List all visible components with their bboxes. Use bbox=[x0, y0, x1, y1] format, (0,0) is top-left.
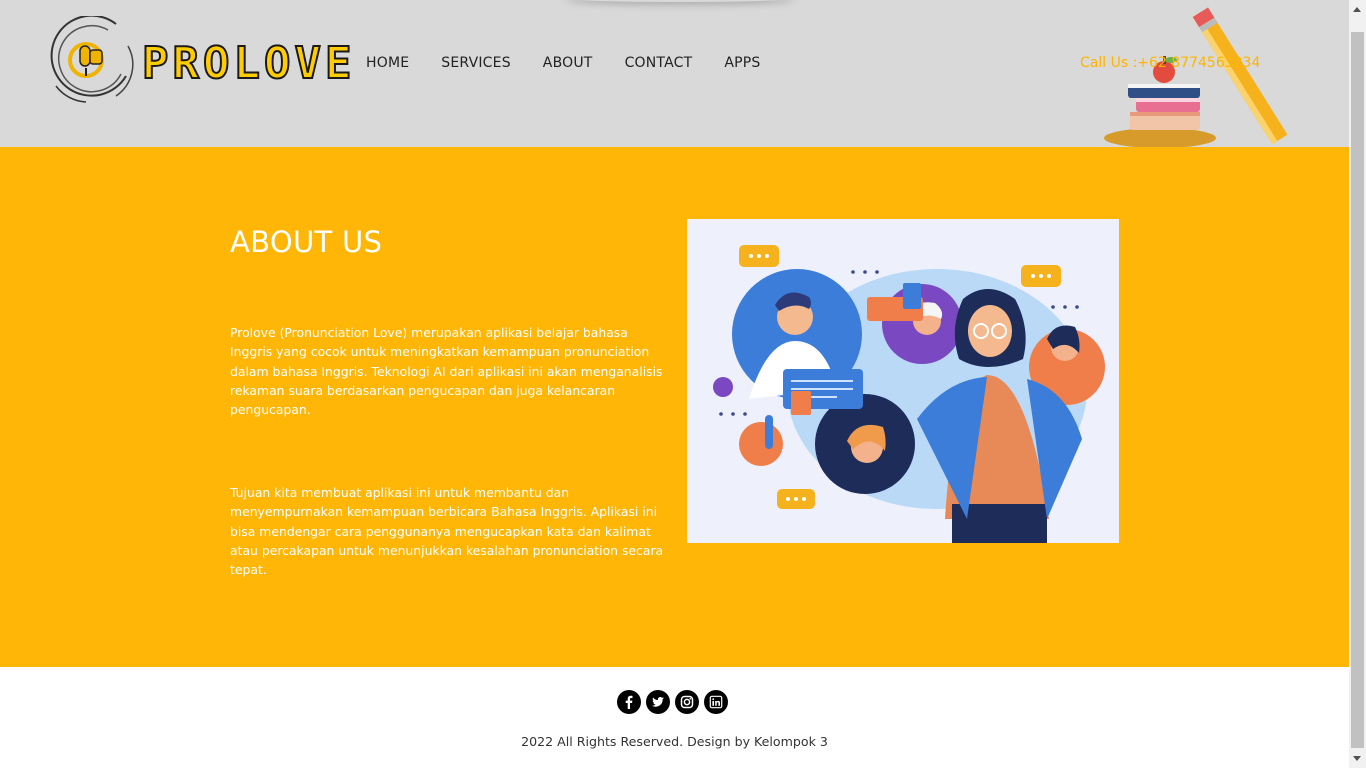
instagram-icon[interactable] bbox=[675, 690, 699, 714]
copyright-text: 2022 All Rights Reserved. Design by Kelo… bbox=[521, 734, 828, 749]
nav-home[interactable]: HOME bbox=[366, 55, 409, 71]
social-links bbox=[617, 690, 728, 714]
site-footer: 2022 All Rights Reserved. Design by Kelo… bbox=[0, 667, 1349, 768]
brand-name[interactable]: PROLOVE bbox=[141, 37, 355, 90]
nav-about[interactable]: ABOUT bbox=[543, 55, 593, 71]
header-decoration bbox=[565, 0, 795, 2]
about-paragraph-1: Prolove (Pronunciation Love) merupakan a… bbox=[230, 325, 663, 418]
scroll-down-arrow-icon[interactable] bbox=[1353, 756, 1361, 761]
site-header: PROLOVE HOME SERVICES ABOUT CONTACT APPS bbox=[0, 0, 1349, 148]
page-title: ABOUT US bbox=[230, 225, 383, 259]
about-section: ABOUT US Prolove (Pronunciation Love) me… bbox=[0, 147, 1349, 667]
about-illustration bbox=[687, 219, 1119, 544]
logo-icon[interactable] bbox=[46, 14, 136, 106]
facebook-icon[interactable] bbox=[617, 690, 641, 714]
books-pencil-illustration bbox=[1100, 0, 1300, 148]
linkedin-icon[interactable] bbox=[704, 690, 728, 714]
scroll-up-arrow-icon[interactable] bbox=[1353, 7, 1361, 12]
about-paragraph-2: Tujuan kita membuat aplikasi ini untuk m… bbox=[230, 485, 664, 578]
main-nav: HOME SERVICES ABOUT CONTACT APPS bbox=[366, 55, 793, 71]
twitter-icon[interactable] bbox=[646, 690, 670, 714]
nav-apps[interactable]: APPS bbox=[724, 55, 760, 71]
nav-contact[interactable]: CONTACT bbox=[625, 55, 693, 71]
scrollbar[interactable] bbox=[1349, 0, 1366, 768]
call-us[interactable]: Call Us :+62 8774563234 bbox=[1080, 55, 1260, 71]
nav-services[interactable]: SERVICES bbox=[441, 55, 511, 71]
scrollbar-thumb[interactable] bbox=[1351, 32, 1364, 748]
